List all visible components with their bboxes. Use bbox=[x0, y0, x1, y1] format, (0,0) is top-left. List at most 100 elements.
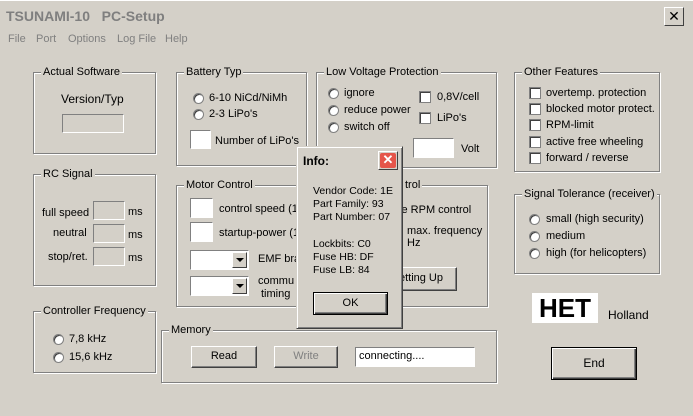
emf-brake-label: EMF bra bbox=[258, 253, 301, 265]
fuse-hb-text: Fuse HB: DF bbox=[313, 251, 374, 263]
ok-button[interactable]: OK bbox=[313, 292, 388, 315]
other-features-title: Other Features bbox=[522, 66, 600, 78]
battery-title: Battery Typ bbox=[184, 66, 244, 78]
menu-help[interactable]: Help bbox=[165, 33, 188, 45]
chevron-down-icon[interactable] bbox=[232, 278, 247, 294]
part-family-text: Part Family: 93 bbox=[313, 198, 384, 210]
startup-power-input[interactable] bbox=[190, 222, 213, 242]
window-title: TSUNAMI-10 PC-Setup bbox=[6, 8, 165, 24]
motor-control-title: Motor Control bbox=[184, 179, 255, 191]
lv-lipos-checkbox[interactable] bbox=[419, 112, 431, 124]
battery-lipo-radio[interactable] bbox=[193, 109, 204, 120]
fuse-lb-text: Fuse LB: 84 bbox=[313, 264, 370, 276]
rpm-control-title: trol bbox=[403, 179, 423, 191]
rpm-limit-label: RPM-limit bbox=[546, 119, 594, 131]
full-speed-unit: ms bbox=[128, 206, 143, 218]
menu-file[interactable]: File bbox=[8, 33, 26, 45]
forward-reverse-label: forward / reverse bbox=[546, 152, 629, 164]
neutral-label: neutral bbox=[53, 227, 87, 239]
signal-tolerance-title: Signal Tolerance (receiver) bbox=[522, 188, 657, 200]
blocked-motor-checkbox[interactable] bbox=[529, 103, 541, 115]
full-speed-field bbox=[93, 201, 125, 220]
rpm-limit-checkbox[interactable] bbox=[529, 119, 541, 131]
lv-reduce-label: reduce power bbox=[344, 104, 411, 116]
blocked-motor-label: blocked motor protect. bbox=[546, 103, 655, 115]
memory-title: Memory bbox=[169, 324, 213, 336]
lv-reduce-radio[interactable] bbox=[328, 105, 339, 116]
lv-per-cell-checkbox[interactable] bbox=[419, 91, 431, 103]
tolerance-medium-radio[interactable] bbox=[529, 231, 540, 242]
tolerance-small-radio[interactable] bbox=[529, 214, 540, 225]
lv-ignore-label: ignore bbox=[344, 87, 375, 99]
forward-reverse-checkbox[interactable] bbox=[529, 152, 541, 164]
controller-frequency-title: Controller Frequency bbox=[41, 305, 148, 317]
het-logo: HET bbox=[532, 293, 598, 323]
overtemp-checkbox[interactable] bbox=[529, 87, 541, 99]
tolerance-high-label: high (for helicopters) bbox=[546, 247, 647, 259]
freq-7-8-label: 7,8 kHz bbox=[69, 333, 107, 345]
version-label: Version/Typ bbox=[61, 92, 124, 106]
timing-select[interactable] bbox=[190, 276, 249, 296]
memory-status-field: connecting.... bbox=[355, 347, 475, 367]
lv-switch-off-label: switch off bbox=[344, 121, 390, 133]
stop-label: stop/ret. bbox=[48, 251, 88, 263]
stop-field bbox=[93, 247, 125, 266]
timing-label: timing bbox=[261, 288, 291, 300]
menu-bar: File Port Options Log File Help bbox=[0, 32, 693, 46]
control-speed-input[interactable] bbox=[190, 198, 213, 218]
emf-brake-select[interactable] bbox=[190, 250, 249, 270]
window-close-button[interactable]: ✕ bbox=[664, 7, 684, 26]
lv-switch-off-radio[interactable] bbox=[328, 122, 339, 133]
country-label: Holland bbox=[608, 308, 649, 322]
neutral-unit: ms bbox=[128, 229, 143, 241]
lv-per-cell-label: 0,8V/cell bbox=[437, 91, 480, 103]
lv-volt-unit: Volt bbox=[461, 143, 480, 155]
lv-ignore-radio[interactable] bbox=[328, 88, 339, 99]
freq-15-6-label: 15,6 kHz bbox=[69, 351, 113, 363]
end-button[interactable]: End bbox=[551, 347, 637, 380]
actual-software-group: Actual Software bbox=[33, 66, 156, 154]
close-icon: ✕ bbox=[668, 8, 680, 24]
chevron-down-icon[interactable] bbox=[232, 252, 247, 268]
commu-label: commu bbox=[258, 275, 295, 287]
freq-7-8-radio[interactable] bbox=[53, 334, 64, 345]
close-icon: ✕ bbox=[382, 152, 394, 167]
full-speed-label: full speed bbox=[42, 207, 90, 219]
battery-lipo-label: 2-3 LiPo's bbox=[209, 108, 258, 120]
neutral-field bbox=[93, 224, 125, 243]
info-dialog-close-button[interactable]: ✕ bbox=[378, 151, 398, 170]
menu-options[interactable]: Options bbox=[68, 33, 106, 45]
actual-software-title: Actual Software bbox=[41, 66, 123, 78]
rc-signal-title: RC Signal bbox=[41, 168, 95, 180]
info-dialog-title: Info: bbox=[303, 154, 329, 168]
hz-label: Hz bbox=[407, 237, 421, 249]
tolerance-high-radio[interactable] bbox=[529, 248, 540, 259]
stop-unit: ms bbox=[128, 252, 143, 264]
write-button[interactable]: Write bbox=[274, 346, 338, 368]
startup-power-label: startup-power (1 bbox=[219, 227, 300, 239]
battery-nicd-radio[interactable] bbox=[193, 93, 204, 104]
lv-volt-input[interactable] bbox=[413, 138, 454, 158]
tolerance-small-label: small (high security) bbox=[546, 213, 644, 225]
lv-lipos-label: LiPo's bbox=[437, 112, 467, 124]
lockbits-text: Lockbits: C0 bbox=[313, 238, 371, 250]
free-wheeling-checkbox[interactable] bbox=[529, 136, 541, 148]
vendor-code-text: Vendor Code: 1E bbox=[313, 185, 393, 197]
lipo-count-input[interactable] bbox=[190, 130, 211, 149]
lipo-count-label: Number of LiPo's bbox=[215, 135, 300, 147]
rpm-control-label: ve RPM control bbox=[396, 204, 472, 216]
free-wheeling-label: active free wheeling bbox=[546, 136, 644, 148]
read-button[interactable]: Read bbox=[191, 346, 257, 368]
low-voltage-title: Low Voltage Protection bbox=[324, 66, 441, 78]
info-dialog: Info: ✕ Vendor Code: 1E Part Family: 93 … bbox=[296, 146, 403, 329]
part-number-text: Part Number: 07 bbox=[313, 211, 391, 223]
overtemp-label: overtemp. protection bbox=[546, 87, 647, 99]
tolerance-medium-label: medium bbox=[546, 230, 586, 242]
menu-log-file[interactable]: Log File bbox=[117, 33, 156, 45]
version-field bbox=[62, 114, 124, 133]
freq-15-6-radio[interactable] bbox=[53, 352, 64, 363]
battery-nicd-label: 6-10 NiCd/NiMh bbox=[209, 92, 288, 104]
max-frequency-label: max. frequency bbox=[407, 225, 483, 237]
menu-port[interactable]: Port bbox=[36, 33, 56, 45]
control-speed-label: control speed (1 bbox=[219, 203, 298, 215]
